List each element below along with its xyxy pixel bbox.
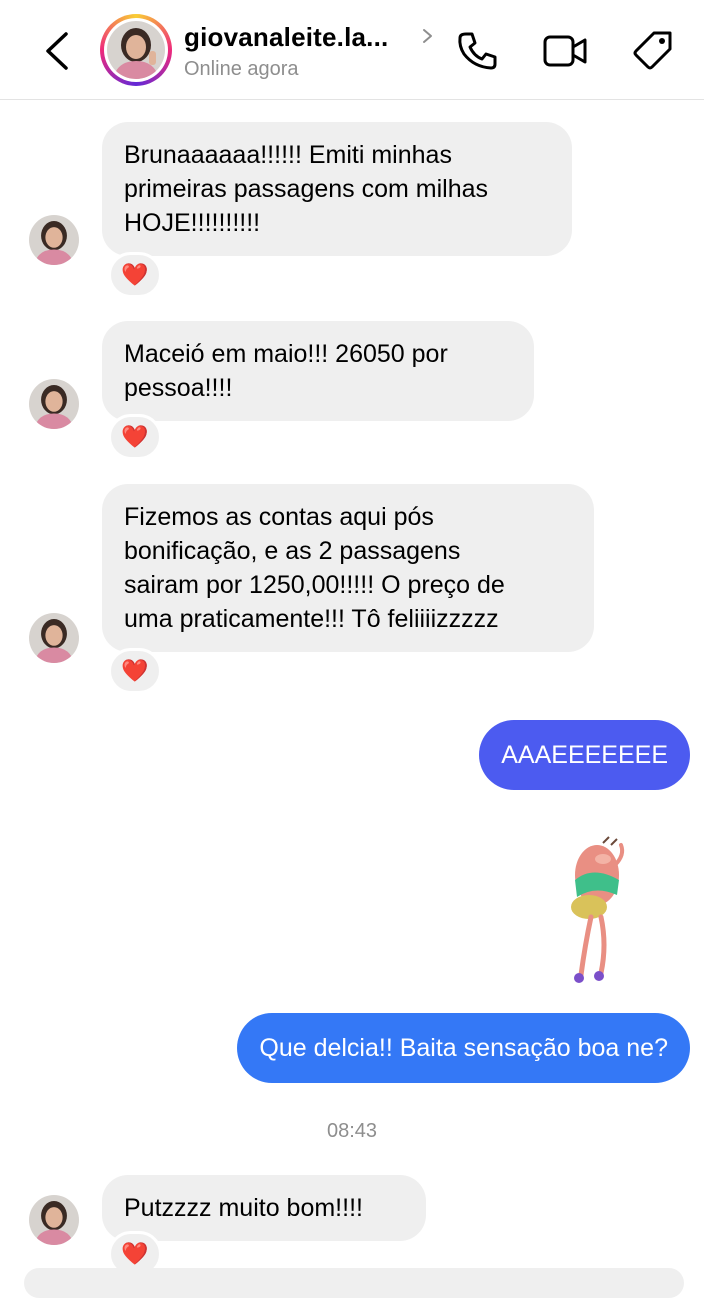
heart-reaction[interactable]: ❤️	[108, 252, 162, 298]
dancing-character-sticker[interactable]	[555, 835, 635, 985]
outgoing-message[interactable]: Que delcia!! Baita sensação boa ne?	[237, 1013, 690, 1083]
heart-reaction[interactable]: ❤️	[108, 648, 162, 694]
sender-avatar[interactable]	[29, 215, 79, 265]
tag-icon[interactable]	[630, 28, 676, 74]
sender-avatar[interactable]	[29, 379, 79, 429]
heart-reaction[interactable]: ❤️	[108, 414, 162, 460]
video-call-icon[interactable]	[542, 28, 588, 74]
incoming-message[interactable]: Putzzzz muito bom!!!!	[102, 1175, 426, 1241]
back-button[interactable]	[40, 28, 80, 74]
message-composer[interactable]	[24, 1268, 684, 1298]
profile-photo	[29, 215, 79, 265]
chat-header: giovanaleite.la... Online agora	[0, 0, 704, 100]
heart-icon: ❤️	[121, 262, 149, 287]
contact-avatar[interactable]	[100, 14, 172, 86]
message-timestamp: 08:43	[326, 1120, 378, 1142]
sender-avatar[interactable]	[29, 1195, 79, 1245]
heart-icon: ❤️	[121, 1241, 149, 1266]
heart-icon: ❤️	[121, 424, 149, 449]
incoming-message[interactable]: Fizemos as contas aqui pós bonificação, …	[102, 484, 594, 652]
chevron-right-icon[interactable]	[420, 24, 436, 48]
profile-photo	[29, 379, 79, 429]
profile-photo	[107, 21, 165, 79]
chevron-left-icon	[46, 32, 68, 70]
incoming-message[interactable]: Maceió em maio!!! 26050 por pessoa!!!!	[102, 321, 534, 421]
sender-avatar[interactable]	[29, 613, 79, 663]
outgoing-message[interactable]: AAAEEEEEEE	[479, 720, 690, 790]
phone-call-icon[interactable]	[454, 28, 500, 74]
heart-icon: ❤️	[121, 658, 149, 683]
incoming-message[interactable]: Brunaaaaaa!!!!!! Emiti minhas primeiras …	[102, 122, 572, 256]
contact-name[interactable]: giovanaleite.la...	[184, 22, 388, 53]
online-status: Online agora	[184, 58, 299, 80]
profile-photo	[29, 1195, 79, 1245]
profile-photo	[29, 613, 79, 663]
